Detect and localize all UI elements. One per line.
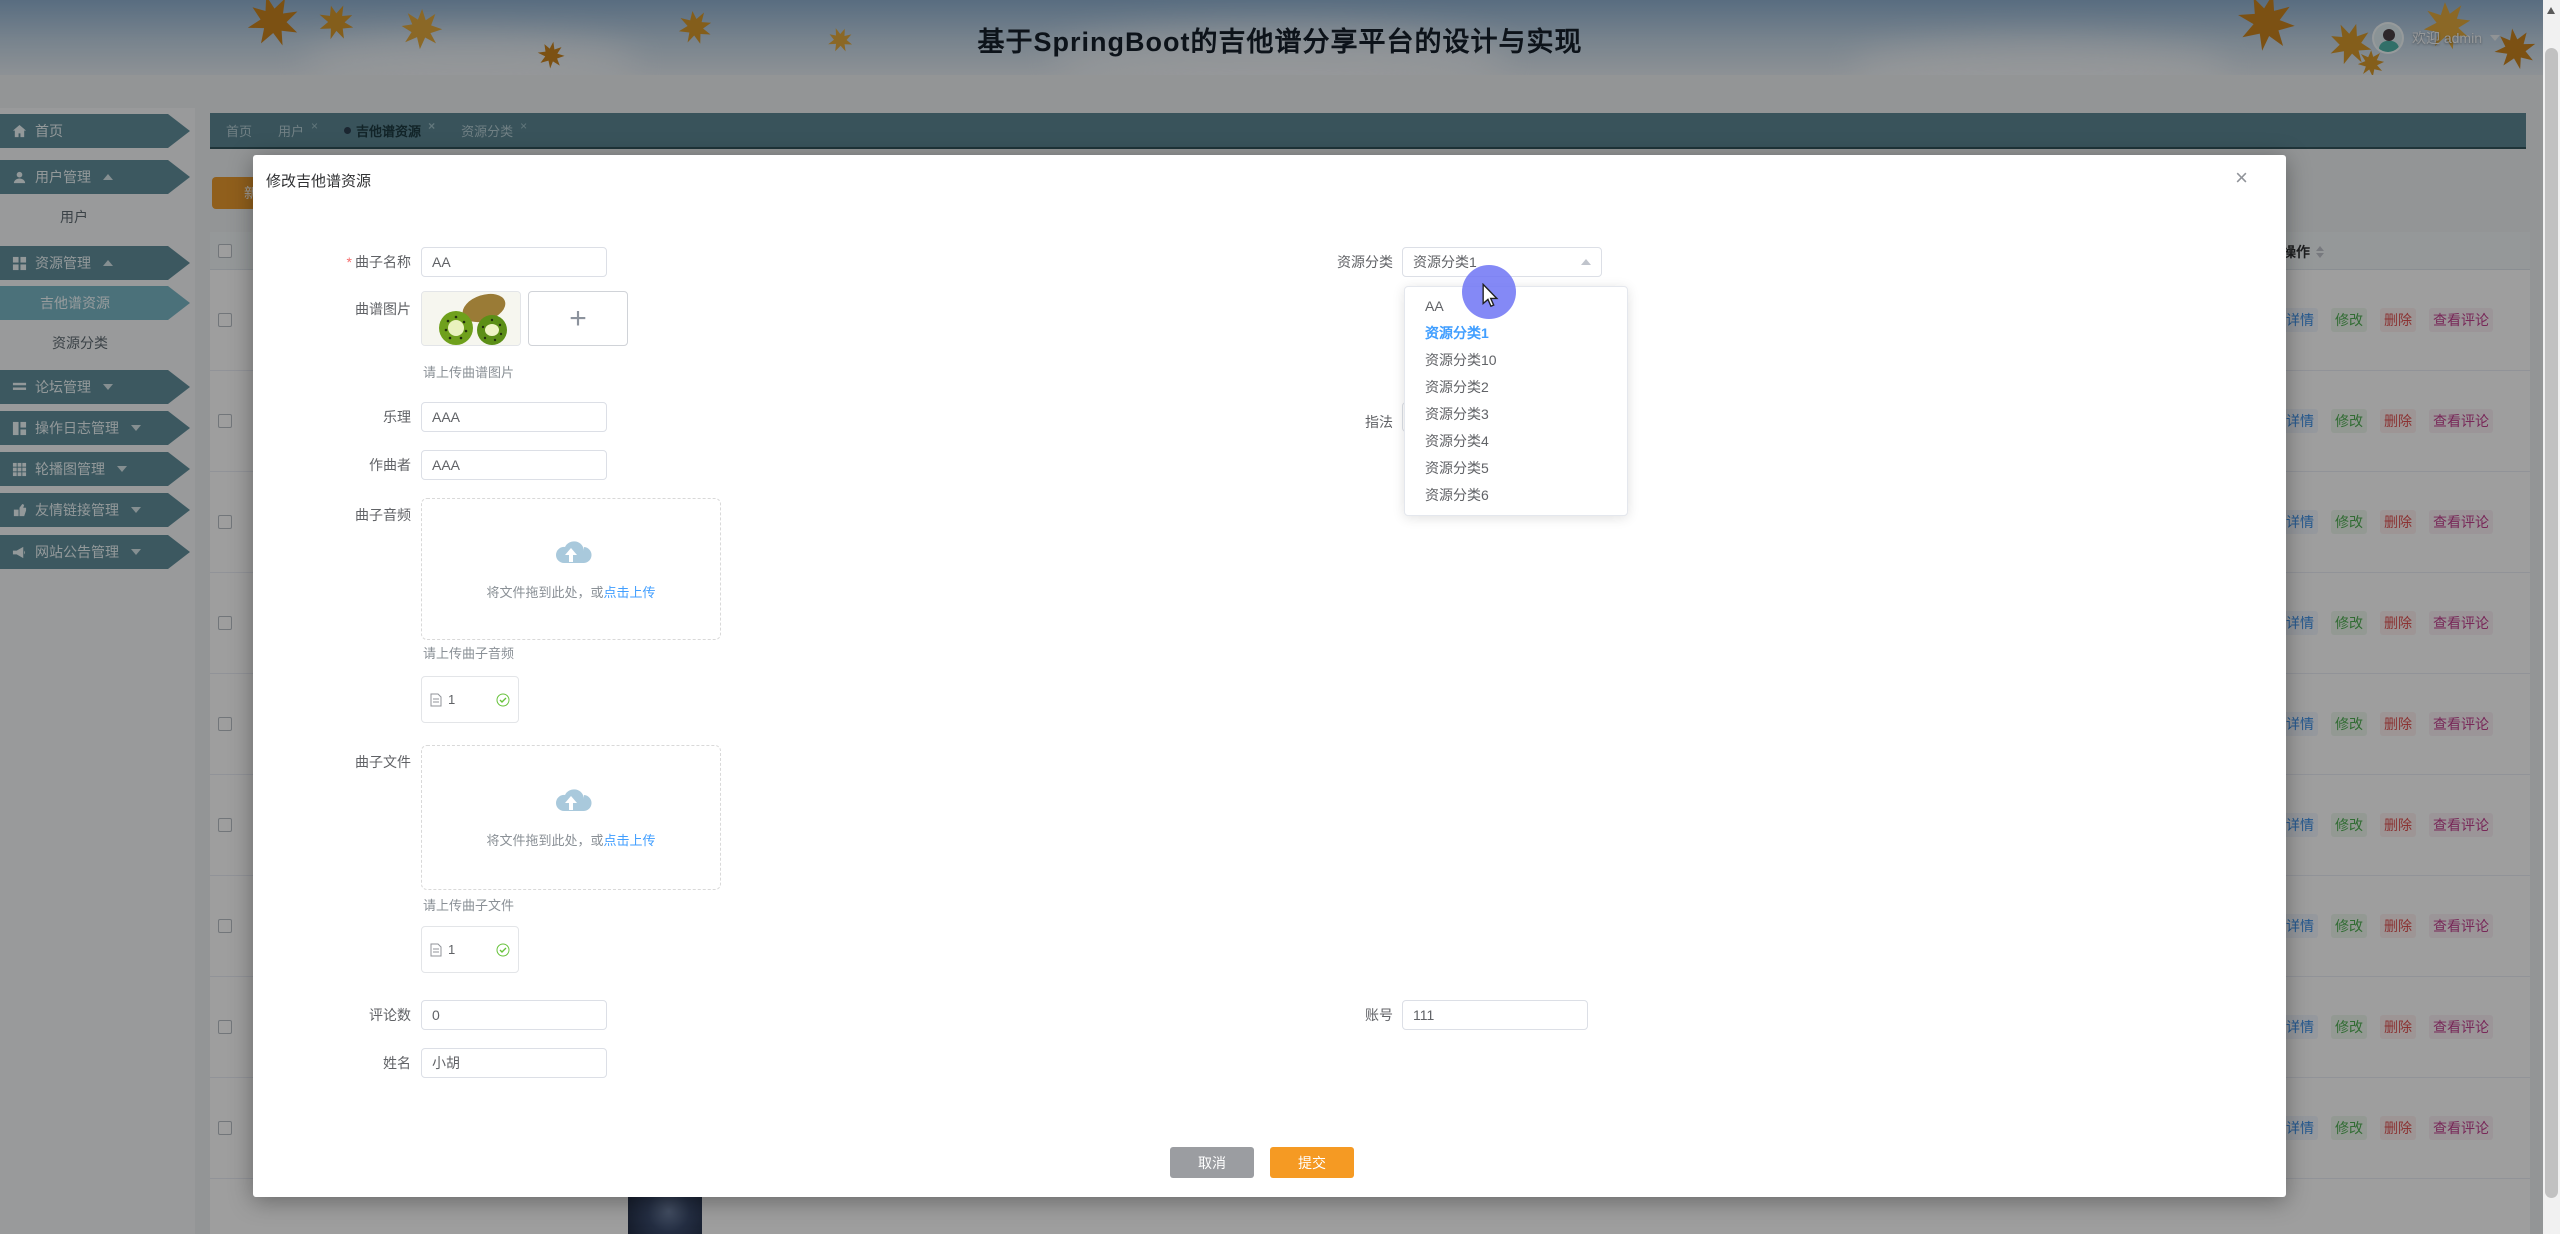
dropdown-option[interactable]: 资源分类4 (1405, 428, 1627, 455)
dropdown-option[interactable]: 资源分类5 (1405, 455, 1627, 482)
upload-click-link[interactable]: 点击上传 (604, 585, 656, 600)
document-icon (430, 693, 442, 707)
check-circle-icon (496, 943, 510, 957)
upload-cloud-icon (549, 538, 593, 570)
tab-image-label: 曲谱图片 (261, 294, 411, 324)
file-file-item[interactable]: 1 (421, 926, 519, 973)
account-label: 账号 (1273, 1000, 1393, 1030)
tab-image-thumbnail[interactable] (421, 291, 521, 346)
song-audio-label: 曲子音频 (261, 500, 411, 530)
cancel-button[interactable]: 取消 (1170, 1147, 1254, 1178)
file-name: 1 (448, 942, 490, 957)
comment-count-input[interactable] (421, 1000, 607, 1030)
dialog-title: 修改吉他谱资源 (266, 170, 371, 191)
kiwi-image (422, 292, 521, 346)
scrollbar-thumb[interactable] (2545, 48, 2558, 1198)
page-scrollbar[interactable] (2543, 0, 2560, 1234)
account-input[interactable] (1402, 1000, 1588, 1030)
dropdown-option[interactable]: 资源分类2 (1405, 374, 1627, 401)
upload-drag-text: 将文件拖到此处，或 (486, 585, 603, 600)
check-circle-icon (496, 693, 510, 707)
song-name-label: *曲子名称 (261, 247, 411, 277)
image-upload-button[interactable]: + (528, 291, 628, 346)
real-name-input[interactable] (421, 1048, 607, 1078)
file-name: 1 (448, 692, 490, 707)
dropdown-option[interactable]: 资源分类1 (1405, 320, 1627, 347)
song-audio-helper: 请上传曲子音频 (423, 643, 514, 662)
scroll-up-arrow-icon[interactable] (2547, 7, 2555, 14)
song-file-label: 曲子文件 (261, 747, 411, 777)
comment-count-label: 评论数 (261, 1000, 411, 1030)
audio-file-item[interactable]: 1 (421, 676, 519, 723)
plus-icon: + (569, 302, 587, 336)
dropdown-option[interactable]: 资源分类6 (1405, 482, 1627, 509)
theory-label: 乐理 (261, 402, 411, 432)
real-name-label: 姓名 (261, 1048, 411, 1078)
file-upload-dropzone[interactable]: 将文件拖到此处，或点击上传 (421, 745, 721, 890)
dropdown-option[interactable]: 资源分类3 (1405, 401, 1627, 428)
upload-cloud-icon (549, 786, 593, 818)
dropdown-option[interactable]: 资源分类10 (1405, 347, 1627, 374)
submit-button[interactable]: 提交 (1270, 1147, 1354, 1178)
tab-image-helper: 请上传曲谱图片 (423, 362, 514, 381)
audio-upload-dropzone[interactable]: 将文件拖到此处，或点击上传 (421, 498, 721, 640)
required-asterisk: * (347, 254, 352, 270)
song-name-input[interactable] (421, 247, 607, 277)
song-file-helper: 请上传曲子文件 (423, 895, 514, 914)
upload-drag-text: 将文件拖到此处，或 (486, 833, 603, 848)
composer-input[interactable] (421, 450, 607, 480)
category-label: 资源分类 (1273, 247, 1393, 277)
composer-label: 作曲者 (261, 450, 411, 480)
edit-guitar-tab-dialog: 修改吉他谱资源 × *曲子名称 资源分类 资源分类1 AA资源分类1资源分类10… (253, 155, 2286, 1197)
upload-click-link[interactable]: 点击上传 (604, 833, 656, 848)
mouse-cursor-icon (1479, 283, 1501, 309)
theory-input[interactable] (421, 402, 607, 432)
dialog-close-icon[interactable]: × (2235, 167, 2248, 189)
category-dropdown: AA资源分类1资源分类10资源分类2资源分类3资源分类4资源分类5资源分类6 (1404, 286, 1628, 516)
fingering-label: 指法 (1273, 407, 1393, 437)
dropdown-option[interactable]: AA (1405, 293, 1627, 320)
document-icon (430, 943, 442, 957)
chevron-up-icon (1581, 259, 1591, 265)
